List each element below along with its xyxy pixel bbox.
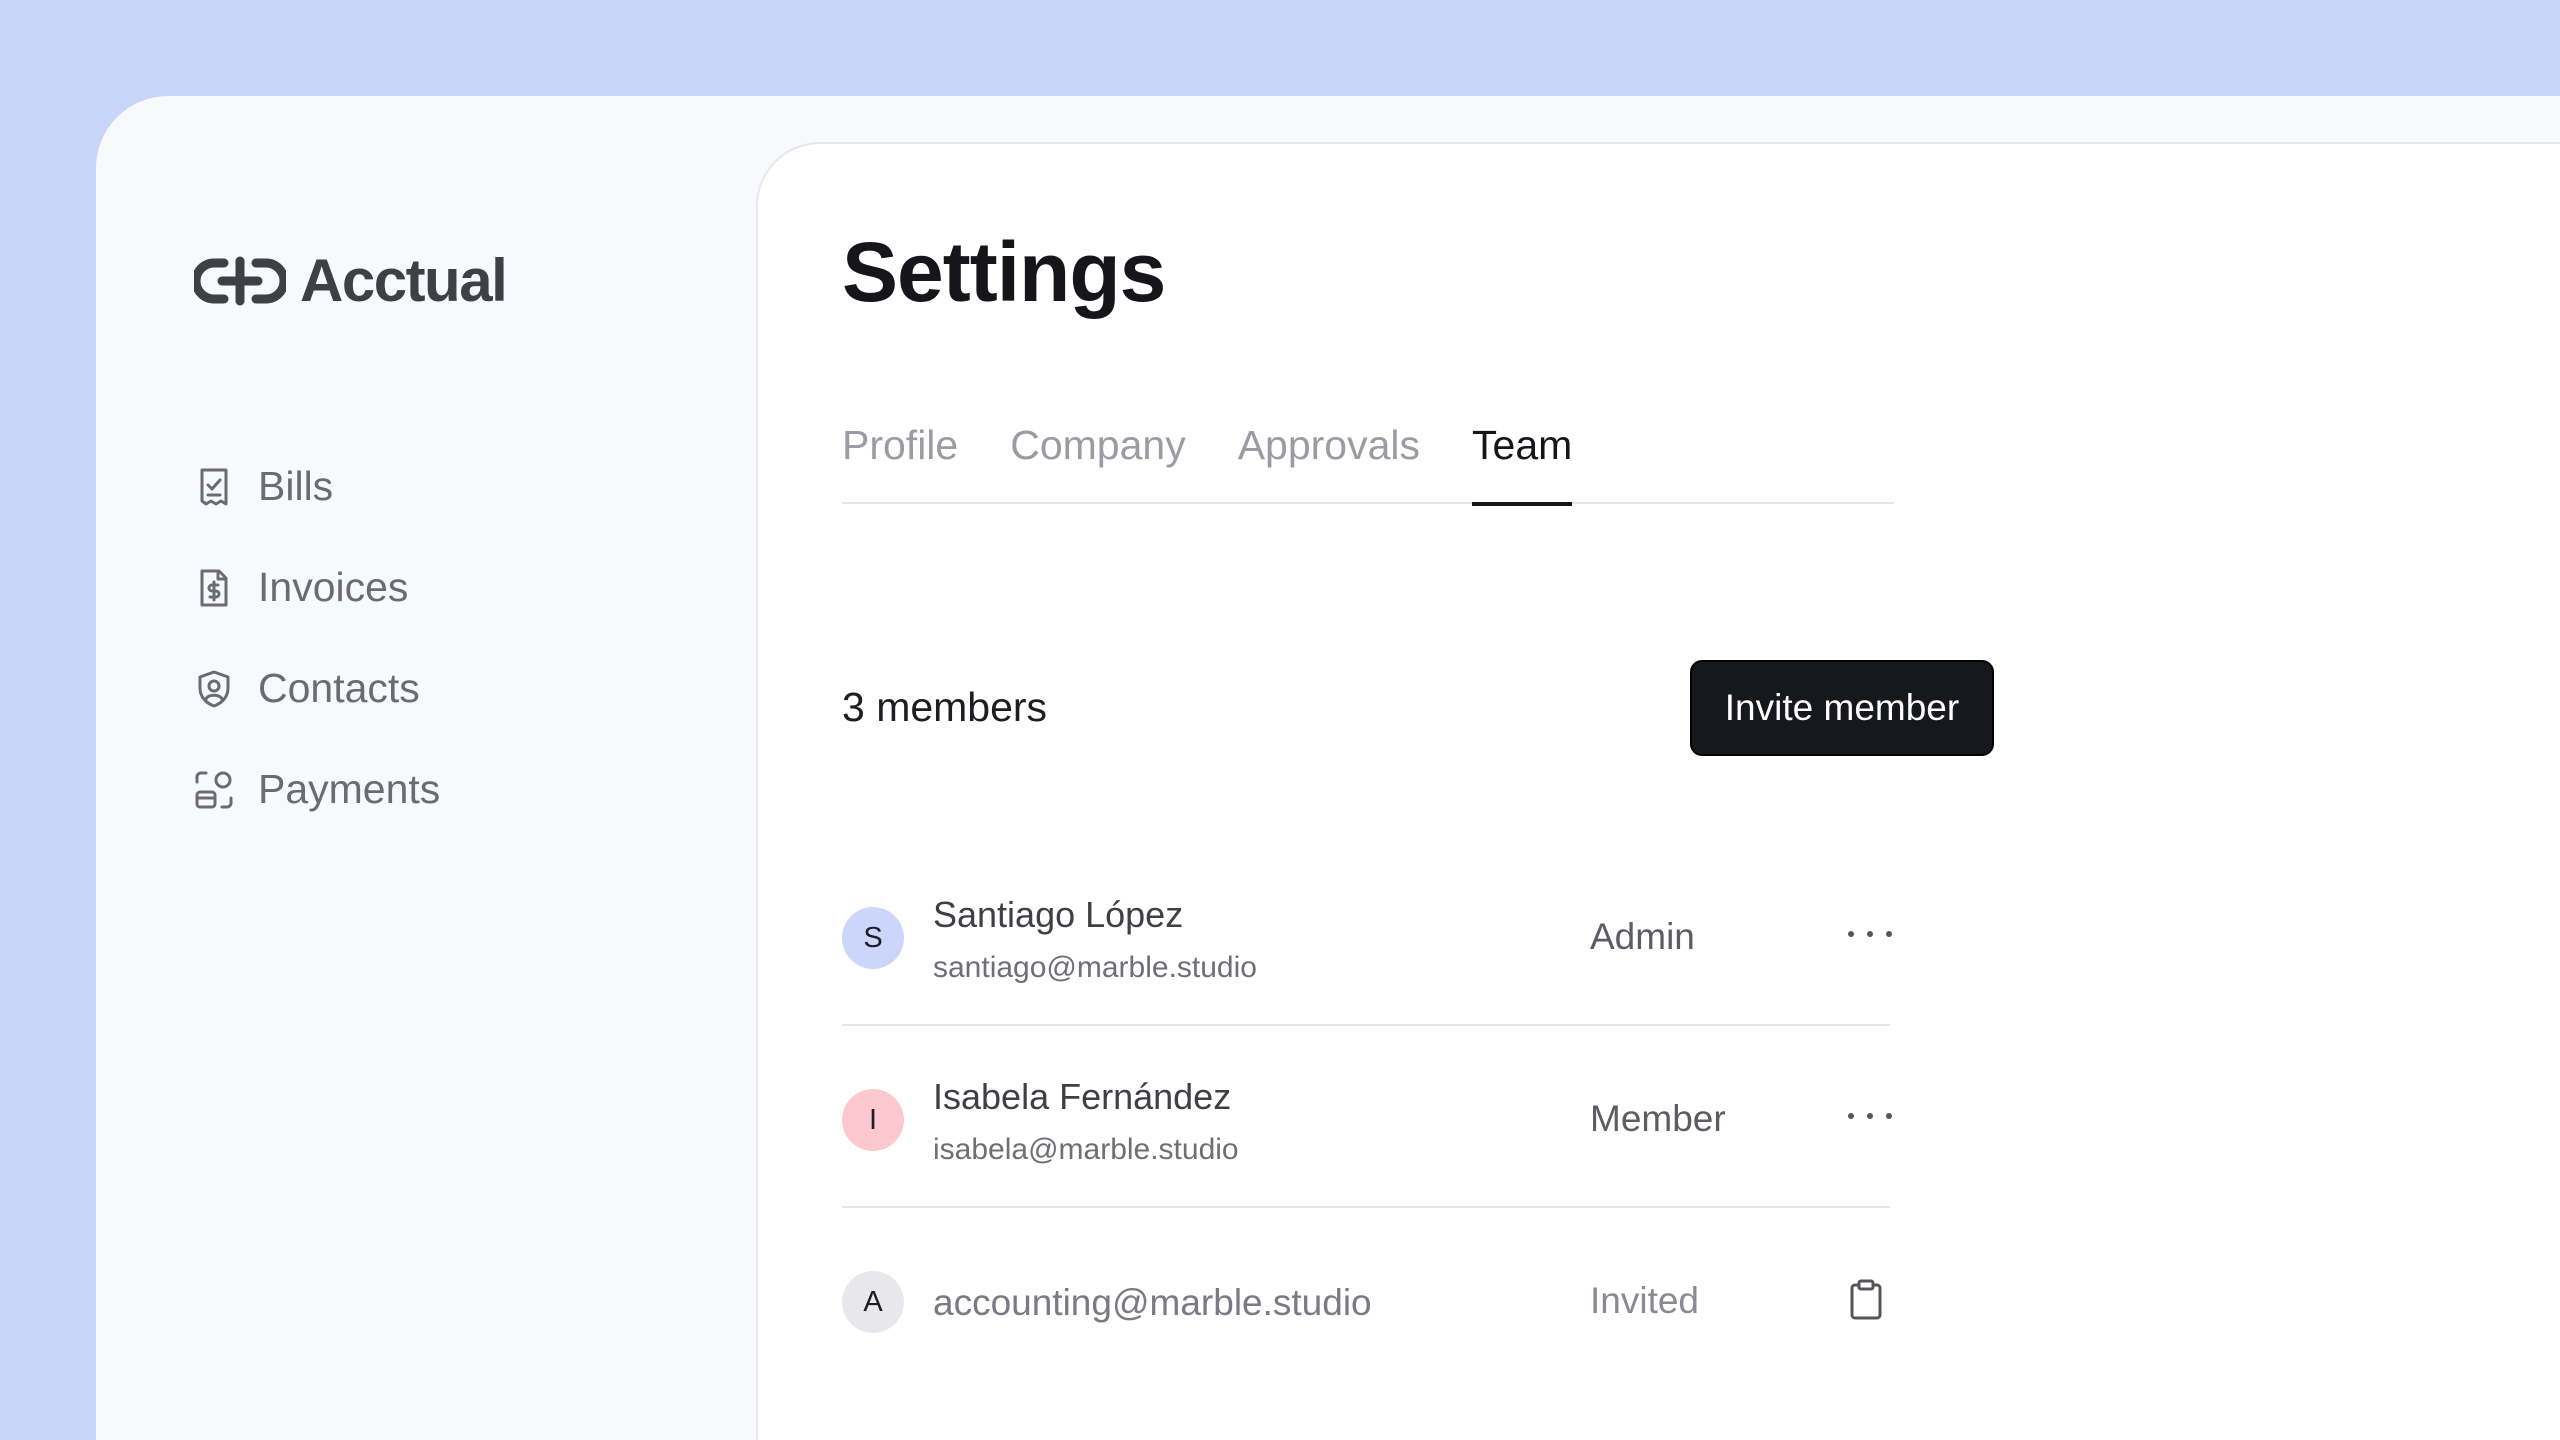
ellipsis-icon xyxy=(1867,931,1873,937)
tab-profile[interactable]: Profile xyxy=(842,404,958,504)
settings-panel: Settings Profile Company Approvals Team … xyxy=(756,142,2560,1440)
member-name: Isabela Fernández xyxy=(933,1076,1232,1117)
sidebar-item-label: Bills xyxy=(258,463,334,509)
app-window: Acctual Bills Invoices Contacts Payments… xyxy=(96,96,2560,1440)
sidebar-item-label: Payments xyxy=(258,766,441,812)
more-options-button[interactable] xyxy=(1842,910,1898,958)
sidebar-item-contacts[interactable]: Contacts xyxy=(192,638,440,739)
sidebar-item-label: Contacts xyxy=(258,665,420,711)
members-count: 3 members xyxy=(842,684,1048,730)
member-email: santiago@marble.studio xyxy=(933,951,1257,984)
avatar: S xyxy=(842,907,904,969)
settings-tabs: Profile Company Approvals Team xyxy=(842,404,1894,506)
member-email: accounting@marble.studio xyxy=(933,1282,1372,1323)
tab-team[interactable]: Team xyxy=(1472,404,1573,506)
tab-company[interactable]: Company xyxy=(1010,404,1185,504)
member-role[interactable]: Member xyxy=(1590,1098,1726,1140)
shield-user-icon xyxy=(198,670,230,707)
acctual-logo-icon xyxy=(194,256,286,305)
ellipsis-icon xyxy=(1867,1113,1873,1119)
page-title: Settings xyxy=(842,225,1166,319)
member-role[interactable]: Admin xyxy=(1590,916,1695,958)
avatar: I xyxy=(842,1089,904,1151)
sidebar-nav: Bills Invoices Contacts Payments xyxy=(192,436,440,840)
tab-approvals[interactable]: Approvals xyxy=(1238,404,1420,504)
brand-logo[interactable]: Acctual xyxy=(194,246,508,315)
sidebar-item-label: Invoices xyxy=(258,564,409,610)
payments-icon xyxy=(195,771,233,808)
ellipsis-icon xyxy=(1886,1113,1892,1119)
table-row: I Isabela Fernández isabela@marble.studi… xyxy=(842,1026,1892,1208)
dollar-document-icon xyxy=(200,569,228,606)
avatar: A xyxy=(842,1271,904,1333)
brand-name: Acctual xyxy=(300,247,508,314)
clipboard-icon[interactable] xyxy=(1846,1278,1886,1322)
more-options-button[interactable] xyxy=(1842,1092,1898,1140)
member-status: Invited xyxy=(1590,1280,1700,1321)
sidebar-item-invoices[interactable]: Invoices xyxy=(192,537,440,638)
member-email: isabela@marble.studio xyxy=(933,1133,1239,1166)
ellipsis-icon xyxy=(1848,931,1854,937)
table-row: S Santiago López santiago@marble.studio … xyxy=(842,844,1892,1026)
ellipsis-icon xyxy=(1848,1113,1854,1119)
table-row: A accounting@marble.studio Invited xyxy=(842,1208,1890,1390)
ellipsis-icon xyxy=(1886,931,1892,937)
team-member-list: S Santiago López santiago@marble.studio … xyxy=(842,844,1892,1390)
member-name: Santiago López xyxy=(933,894,1184,935)
sidebar-item-payments[interactable]: Payments xyxy=(192,739,440,840)
sidebar-item-bills[interactable]: Bills xyxy=(192,436,440,537)
invite-member-button[interactable]: Invite member xyxy=(1690,660,1994,756)
receipt-check-icon xyxy=(200,468,228,505)
